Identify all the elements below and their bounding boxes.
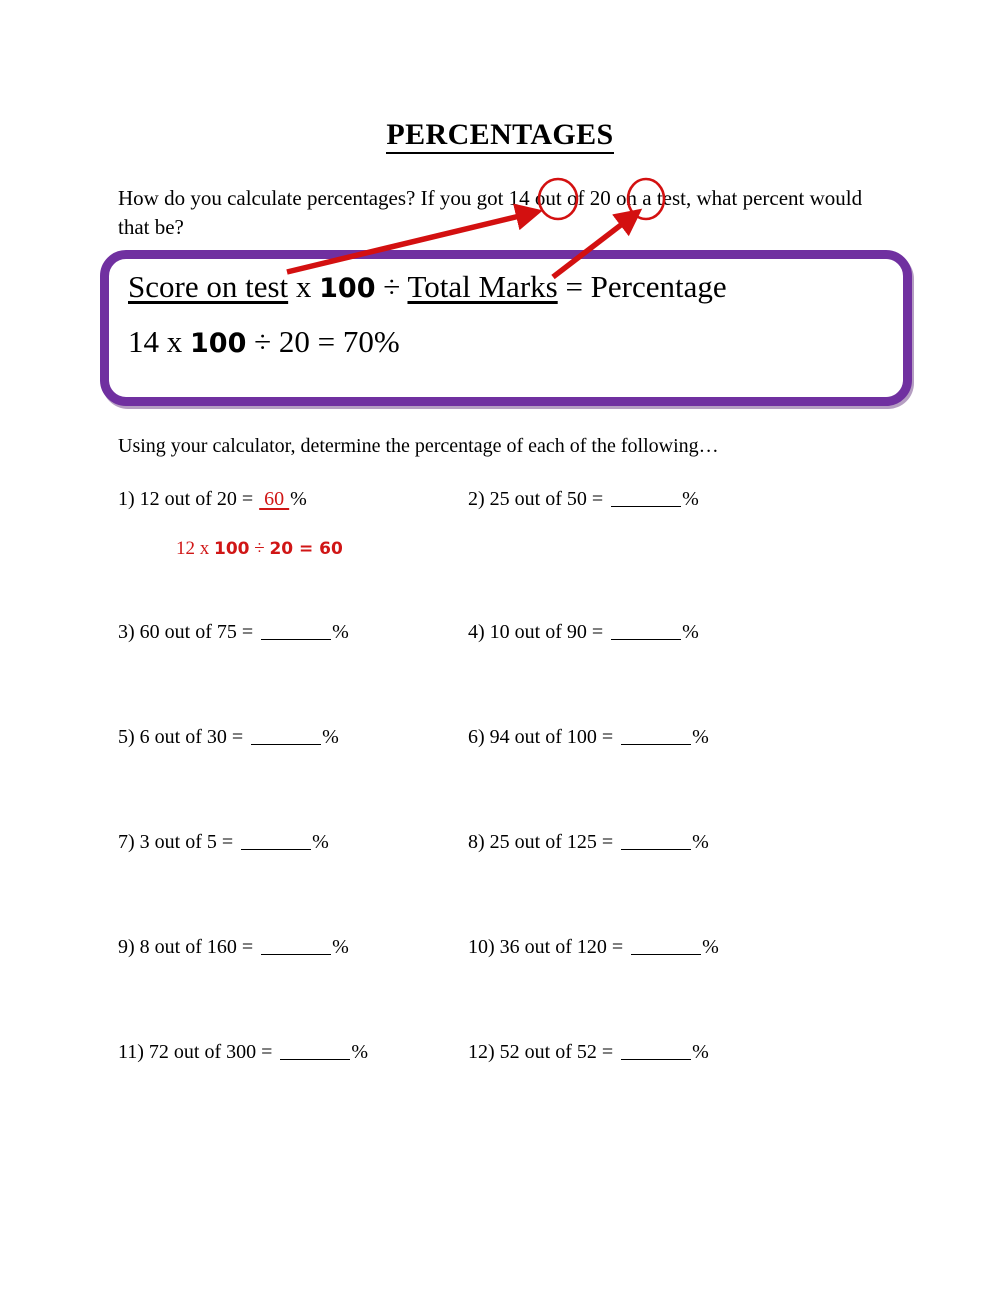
answer-value: 60 <box>259 488 290 510</box>
percent-sign: % <box>332 621 349 643</box>
formula-total-marks-term: Total Marks <box>407 269 558 304</box>
question-item-6: 6) 94 out of 100 = % <box>468 726 709 749</box>
question-text: 52 out of 52 = <box>499 1041 614 1063</box>
question-text: 6 out of 30 = <box>139 726 244 748</box>
question-number: 10) <box>468 936 495 958</box>
answer-blank[interactable] <box>261 639 332 640</box>
instruction-text: Using your calculator, determine the per… <box>118 435 719 457</box>
percent-sign: % <box>312 831 329 853</box>
question-number: 2) <box>468 488 485 510</box>
page-title: PERCENTAGES <box>0 118 1000 154</box>
percent-sign: % <box>682 488 699 510</box>
question-item-9: 9) 8 out of 160 = % <box>118 936 349 959</box>
question-text: 60 out of 75 = <box>139 621 254 643</box>
worked-example-hundred: 100 <box>214 539 250 559</box>
formula-times-operator: x <box>288 269 320 304</box>
percent-sign: % <box>692 726 709 748</box>
question-number: 11) <box>118 1041 144 1063</box>
formula-divide-operator: ÷ <box>375 269 408 304</box>
answer-blank[interactable] <box>621 849 692 850</box>
question-text: 3 out of 5 = <box>139 831 234 853</box>
answer-blank[interactable] <box>280 1059 351 1060</box>
question-number: 5) <box>118 726 135 748</box>
question-number: 12) <box>468 1041 495 1063</box>
question-text: 12 out of 20 = <box>139 488 254 510</box>
question-text: 72 out of 300 = <box>148 1041 273 1063</box>
question-text: 25 out of 125 = <box>489 831 614 853</box>
answer-blank[interactable] <box>631 954 702 955</box>
formula-line-example: 14 x 100 ÷ 20 = 70% <box>128 325 400 361</box>
percent-sign: % <box>692 1041 709 1063</box>
formula-example-suffix: ÷ 20 = 70% <box>246 324 400 359</box>
question-item-10: 10) 36 out of 120 = % <box>468 936 719 959</box>
percent-sign: % <box>682 621 699 643</box>
question-text: 10 out of 90 = <box>489 621 604 643</box>
question-text: 94 out of 100 = <box>489 726 614 748</box>
answer-blank[interactable] <box>611 506 682 507</box>
formula-line-general: Score on test x 100 ÷ Total Marks = Perc… <box>128 270 727 306</box>
question-number: 3) <box>118 621 135 643</box>
question-item-1: 1) 12 out of 20 = 60 % <box>118 488 307 511</box>
formula-score-term: Score on test <box>128 269 289 304</box>
question-item-4: 4) 10 out of 90 = % <box>468 621 699 644</box>
answer-blank[interactable] <box>621 744 692 745</box>
answer-blank[interactable] <box>621 1059 692 1060</box>
answer-blank[interactable] <box>611 639 682 640</box>
formula-example-hundred: 100 <box>190 328 247 359</box>
question-text: 25 out of 50 = <box>489 488 604 510</box>
answer-blank[interactable]: 60 <box>258 488 290 510</box>
question-item-11: 11) 72 out of 300 = % <box>118 1041 368 1064</box>
answer-blank[interactable] <box>261 954 332 955</box>
percent-sign: % <box>702 936 719 958</box>
formula-box: Score on test x 100 ÷ Total Marks = Perc… <box>100 250 912 406</box>
question-number: 9) <box>118 936 135 958</box>
question-item-12: 12) 52 out of 52 = % <box>468 1041 709 1064</box>
question-number: 8) <box>468 831 485 853</box>
question-number: 1) <box>118 488 135 510</box>
percent-sign: % <box>290 488 307 510</box>
question-item-5: 5) 6 out of 30 = % <box>118 726 339 749</box>
answer-blank[interactable] <box>251 744 322 745</box>
formula-hundred: 100 <box>319 273 376 304</box>
question-number: 6) <box>468 726 485 748</box>
worked-example-prefix: 12 x <box>176 538 214 559</box>
question-item-3: 3) 60 out of 75 = % <box>118 621 349 644</box>
question-item-2: 2) 25 out of 50 = % <box>468 488 699 511</box>
worked-example-suffix: 20 = 60 <box>269 539 343 559</box>
question-number: 7) <box>118 831 135 853</box>
formula-result-term: = Percentage <box>557 269 727 304</box>
worksheet-page: PERCENTAGES How do you calculate percent… <box>0 0 1000 1291</box>
percent-sign: % <box>322 726 339 748</box>
question-text: 8 out of 160 = <box>139 936 254 958</box>
page-title-text: PERCENTAGES <box>386 118 614 154</box>
formula-example-prefix: 14 x <box>128 324 190 359</box>
intro-paragraph: How do you calculate percentages? If you… <box>118 186 863 239</box>
worked-example-divide: ÷ <box>249 538 270 559</box>
question-text: 36 out of 120 = <box>499 936 624 958</box>
percent-sign: % <box>692 831 709 853</box>
question-item-8: 8) 25 out of 125 = % <box>468 831 709 854</box>
answer-blank[interactable] <box>241 849 312 850</box>
question-number: 4) <box>468 621 485 643</box>
percent-sign: % <box>332 936 349 958</box>
worked-example-annotation: 12 x 100 ÷ 20 = 60 <box>176 538 343 560</box>
percent-sign: % <box>351 1041 369 1063</box>
question-item-7: 7) 3 out of 5 = % <box>118 831 329 854</box>
